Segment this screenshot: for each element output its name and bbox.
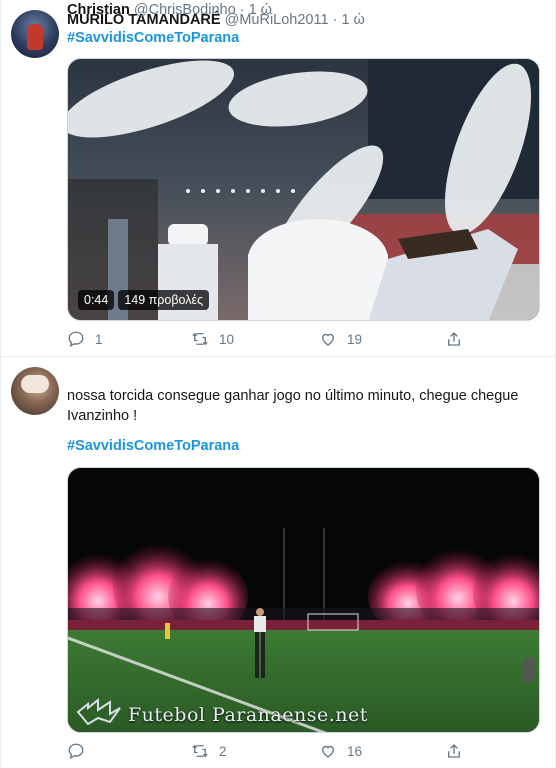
like-count: 19	[347, 331, 363, 347]
retweet-icon	[192, 744, 208, 758]
reply-button[interactable]: 1	[67, 329, 103, 349]
hashtag-link[interactable]: #SavvidisComeToParana	[67, 30, 239, 46]
watermark-logo	[76, 697, 121, 726]
timeline: MURILO TAMANDARÉ @MuRiLoh2011 · 1 ώ #Sav…	[0, 0, 556, 768]
share-button[interactable]	[445, 329, 473, 349]
video-views: 149 προβολές	[118, 290, 210, 310]
avatar[interactable]	[11, 367, 59, 415]
timestamp[interactable]: 1 ώ	[249, 2, 272, 18]
video-player[interactable]: 0:44 149 προβολές	[67, 58, 540, 321]
like-count: 16	[347, 743, 363, 759]
watermark-text: Futebol Paranaense.net	[128, 704, 368, 726]
tweet-photo[interactable]: Futebol Paranaense.net	[67, 467, 540, 733]
video-info: 0:44 149 προβολές	[78, 290, 210, 310]
retweet-button[interactable]: 10	[191, 329, 234, 349]
like-icon	[322, 745, 334, 758]
reply-count: 1	[95, 331, 103, 347]
reply-icon	[68, 743, 84, 760]
hashtag-link[interactable]: #SavvidisComeToParana	[67, 438, 239, 454]
share-button[interactable]	[445, 741, 473, 761]
author-handle[interactable]: @ChrisBodinho	[134, 2, 236, 18]
stadium-flares-image	[68, 468, 539, 732]
tweet-text: nossa torcida consegue ganhar jogo no úl…	[67, 388, 519, 424]
tweet[interactable]: MURILO TAMANDARÉ @MuRiLoh2011 · 1 ώ #Sav…	[1, 0, 555, 357]
retweet-count: 2	[219, 743, 227, 759]
tweet-actions: 1 10 19	[67, 329, 537, 349]
video-duration: 0:44	[78, 290, 115, 310]
share-icon	[448, 744, 460, 758]
like-icon	[322, 333, 334, 346]
tweet-actions: 2 16	[67, 741, 537, 761]
reply-button[interactable]	[67, 741, 95, 761]
reply-icon	[68, 331, 84, 348]
tweet-header: Christian @ChrisBodinho · 1 ώ	[67, 0, 272, 20]
retweet-button[interactable]: 2	[191, 741, 227, 761]
separator-dot: ·	[332, 12, 338, 28]
like-button[interactable]: 16	[319, 741, 362, 761]
author-name[interactable]: Christian	[67, 2, 130, 18]
like-button[interactable]: 19	[319, 329, 362, 349]
avatar[interactable]	[11, 10, 59, 58]
stadium-crowd-image	[68, 59, 539, 320]
separator-dot: ·	[239, 2, 245, 18]
retweet-icon	[192, 332, 208, 346]
share-icon	[448, 332, 460, 346]
retweet-count: 10	[219, 331, 235, 347]
timestamp[interactable]: 1 ώ	[341, 12, 364, 28]
